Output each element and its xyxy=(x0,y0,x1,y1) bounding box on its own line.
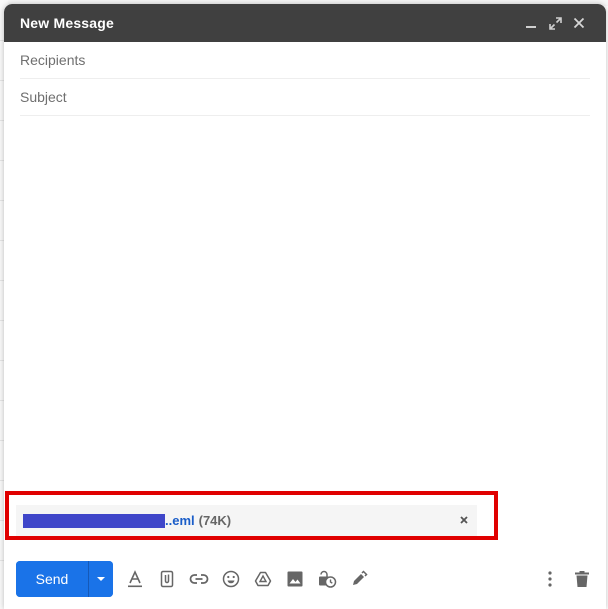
recipients-row xyxy=(20,42,590,79)
insert-emoji-button[interactable] xyxy=(215,563,247,595)
insert-drive-button[interactable] xyxy=(247,563,279,595)
link-icon xyxy=(189,574,209,584)
emoji-icon xyxy=(222,570,240,588)
attachment-chip[interactable]: ..eml (74K) xyxy=(16,505,477,536)
send-button-group: Send xyxy=(16,561,113,597)
minimize-icon xyxy=(526,26,536,28)
insert-signature-button[interactable] xyxy=(343,563,375,595)
close-icon xyxy=(573,17,585,29)
message-body[interactable] xyxy=(16,112,592,492)
subject-row xyxy=(20,79,590,116)
formatting-tools xyxy=(119,563,375,595)
compose-titlebar[interactable]: New Message xyxy=(4,4,606,42)
insert-link-button[interactable] xyxy=(183,563,215,595)
discard-draft-button[interactable] xyxy=(566,563,598,595)
compose-title: New Message xyxy=(20,15,115,31)
lock-clock-icon xyxy=(319,570,337,588)
recipients-input[interactable] xyxy=(20,52,590,68)
text-format-icon xyxy=(128,570,142,588)
formatting-options-button[interactable] xyxy=(119,563,151,595)
attachment-filename[interactable]: ..eml xyxy=(165,513,195,528)
more-tools xyxy=(534,563,598,595)
compose-toolbar: Send xyxy=(0,553,608,605)
insert-photo-button[interactable] xyxy=(279,563,311,595)
send-button[interactable]: Send xyxy=(16,561,88,597)
subject-input[interactable] xyxy=(20,89,590,105)
attach-files-button[interactable] xyxy=(151,563,183,595)
photo-icon xyxy=(287,571,303,587)
more-options-button[interactable] xyxy=(534,563,566,595)
expand-icon xyxy=(548,16,562,30)
more-vert-icon xyxy=(548,571,552,587)
more-send-options-button[interactable] xyxy=(88,561,113,597)
pen-icon xyxy=(353,570,368,585)
caret-down-icon xyxy=(97,577,105,581)
close-button[interactable] xyxy=(568,12,590,34)
trash-icon xyxy=(575,571,589,587)
close-icon xyxy=(460,516,468,524)
attachment-size: (74K) xyxy=(198,513,232,528)
remove-attachment-button[interactable] xyxy=(457,513,471,527)
drive-icon xyxy=(254,571,272,587)
redacted-filename xyxy=(23,513,165,528)
confidential-mode-button[interactable] xyxy=(311,563,343,595)
minimize-button[interactable] xyxy=(520,12,542,34)
fullscreen-button[interactable] xyxy=(544,12,566,34)
paperclip-icon xyxy=(160,570,174,588)
